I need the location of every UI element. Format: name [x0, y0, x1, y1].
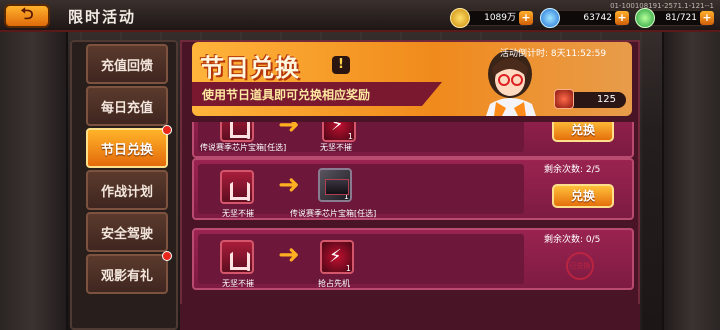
tab-label: 充值回馈	[100, 58, 153, 74]
festival-token-icon	[554, 89, 574, 109]
input-item-name: 无坚不摧	[320, 143, 352, 152]
item-count: 1	[347, 132, 353, 141]
gold-value: 1089万	[484, 13, 516, 23]
exchange-button[interactable]: 兑换	[552, 184, 614, 208]
chip-box-icon[interactable]: 1	[322, 122, 356, 142]
arrow-icon: ➜	[278, 240, 300, 270]
exchange-list[interactable]: 1 ➜ 1 传说赛季芯片宝箱[任选] 无坚不摧 兑换 1 ➜ 1 无坚不摧 传说…	[192, 122, 634, 302]
remaining-count: 剩余次数: 2/5	[544, 165, 601, 175]
exchange-row: 1 ➜ 1 无坚不摧 抢占先机 剩余次数: 0/5 已兑换	[192, 228, 634, 290]
defense-chip-icon[interactable]: 1	[220, 122, 254, 142]
tab-label: 观影有礼	[100, 268, 153, 284]
page-title: 限时活动	[68, 8, 137, 26]
item-count: 1	[345, 264, 351, 273]
arrow-icon: ➜	[278, 170, 300, 200]
notification-dot	[162, 125, 172, 135]
add-energy-button[interactable]: +	[700, 11, 714, 25]
exchanged-stamp: 已兑换	[566, 252, 594, 280]
remaining-count: 剩余次数: 0/5	[544, 235, 601, 245]
item-count: 1	[245, 132, 251, 141]
tab-label: 安全驾驶	[100, 226, 153, 242]
exchange-row: 1 ➜ 1 无坚不摧 传说赛季芯片宝箱[任选] 剩余次数: 2/5 兑换	[192, 158, 634, 220]
diamond-value: 63742	[583, 13, 612, 23]
arrow-icon: ➜	[278, 122, 300, 140]
diamond-resource: 63742 +	[540, 8, 629, 28]
row-inner: 1 ➜ 1	[198, 234, 524, 284]
output-item-name: 传说赛季芯片宝箱[任选]	[200, 143, 287, 152]
preempt-bolt-icon[interactable]: 1	[320, 240, 354, 274]
diamond-icon	[540, 8, 560, 28]
top-bar: ⮌ 限时活动 1089万 + 63742 + 81/721 + 01-10010…	[0, 0, 720, 32]
back-arrow-icon: ⮌	[20, 3, 34, 23]
tab-label: 作战计划	[100, 184, 153, 200]
left-metal-panel	[0, 30, 68, 330]
tab-recharge-feedback[interactable]: 充值回馈	[86, 44, 168, 84]
item-count: 1	[245, 264, 251, 273]
banner-subtitle: 使用节日道具即可兑换相应奖励	[202, 88, 371, 102]
festival-token-count: 125	[554, 89, 626, 109]
defense-chip-icon[interactable]: 1	[220, 170, 254, 204]
add-diamond-button[interactable]: +	[615, 11, 629, 25]
banner-title: 节日兑换	[200, 54, 300, 82]
tab-movie-gift[interactable]: 观影有礼	[86, 251, 172, 294]
output-item-name: 抢占先机	[318, 279, 350, 288]
back-button[interactable]: ⮌	[4, 4, 50, 28]
chip-box-icon[interactable]: 1	[318, 168, 352, 202]
add-gold-button[interactable]: +	[519, 11, 533, 25]
tab-label: 每日充值	[100, 100, 153, 116]
energy-icon	[635, 8, 655, 28]
energy-value: 81/721	[665, 13, 697, 23]
tab-festival-exchange[interactable]: 节日兑换	[86, 125, 172, 168]
item-count: 1	[245, 194, 251, 203]
notification-dot	[162, 251, 172, 261]
output-item-name: 传说赛季芯片宝箱[任选]	[290, 209, 377, 218]
defense-chip-icon[interactable]: 1	[220, 240, 254, 274]
row-inner: 1 ➜ 1	[198, 164, 524, 214]
exchange-button[interactable]: 兑换	[552, 122, 614, 142]
tab-label: 节日兑换	[100, 142, 153, 158]
gold-resource: 1089万 +	[450, 8, 533, 28]
right-metal-panel	[662, 30, 720, 330]
info-icon[interactable]: !	[332, 56, 350, 74]
tab-battle-plan[interactable]: 作战计划	[86, 170, 168, 210]
event-countdown: 活动倒计时: 8天11:52:59	[500, 49, 607, 59]
server-id: 01-100108191-2571.1-121--1	[610, 2, 714, 10]
input-item-name: 无坚不摧	[222, 209, 254, 218]
tab-daily-recharge[interactable]: 每日充值	[86, 86, 168, 126]
token-value: 125	[596, 94, 616, 105]
tab-column: 充值回馈 每日充值 节日兑换 作战计划 安全驾驶 观影有礼	[70, 40, 178, 330]
item-count: 1	[343, 192, 349, 201]
gold-coin-icon	[450, 8, 470, 28]
input-item-name: 无坚不摧	[222, 279, 254, 288]
exchange-row: 1 ➜ 1 传说赛季芯片宝箱[任选] 无坚不摧 兑换	[192, 122, 634, 158]
bottom-rail	[180, 304, 640, 330]
energy-resource: 81/721 +	[635, 8, 714, 28]
tab-safe-driving[interactable]: 安全驾驶	[86, 212, 168, 252]
